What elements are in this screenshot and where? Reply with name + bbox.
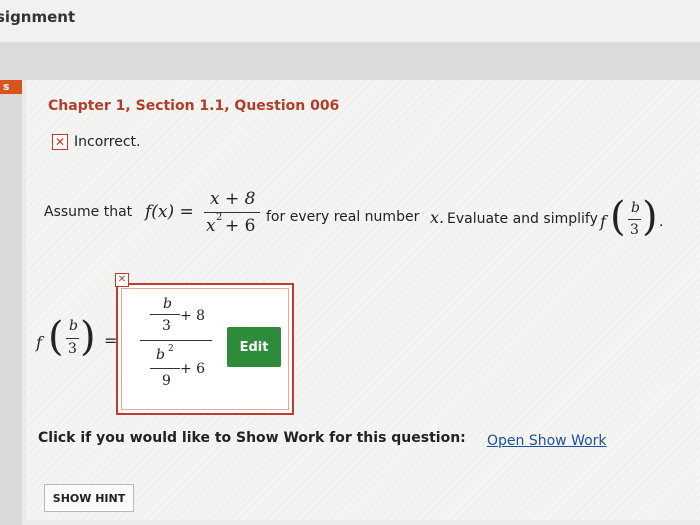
show-work-text: Click if you would like to Show Work for… <box>38 430 466 446</box>
status-text: Incorrect. <box>74 134 141 150</box>
fx-den-rest: + 6 <box>225 216 256 236</box>
prompt-mid: for every real number <box>266 209 420 225</box>
answer-close-paren: ) <box>80 314 96 360</box>
prompt-f: f <box>600 212 606 231</box>
prompt-arg-bar <box>628 219 641 220</box>
rail-tab[interactable]: s <box>0 80 22 94</box>
prompt-dot: . <box>659 214 664 230</box>
toolbar-band <box>0 42 700 80</box>
answer-top-plus: + 8 <box>180 308 206 324</box>
fx-den-exponent: 2 <box>216 212 223 223</box>
answer-bot-9: 9 <box>162 373 171 389</box>
answer-open-paren: ( <box>48 314 64 360</box>
page-heading: signment <box>0 8 76 26</box>
answer-arg-bar <box>66 338 79 339</box>
question-title: Chapter 1, Section 1.1, Question 006 <box>48 98 340 114</box>
show-hint-button[interactable]: SHOW HINT <box>44 484 134 512</box>
fx-lhs: f(x) = <box>145 202 194 222</box>
prompt-intro: Assume that <box>44 204 133 220</box>
answer-top-b: b <box>163 296 172 312</box>
prompt-arg-num: b <box>631 200 640 216</box>
prompt-var: x. <box>430 208 445 227</box>
answer-bot-b: b <box>156 347 165 363</box>
answer-arg-den: 3 <box>68 341 77 357</box>
left-rail <box>0 80 22 525</box>
fx-den-x: x <box>206 216 216 236</box>
answer-arg-num: b <box>69 318 78 334</box>
edit-button[interactable]: Edit <box>227 327 281 367</box>
top-bar: signment <box>0 0 700 42</box>
status-row: ✕ Incorrect. <box>52 134 140 150</box>
x-mark-icon: ✕ <box>52 134 68 150</box>
answer-bot-plus: + 6 <box>180 361 206 377</box>
fx-numerator: x + 8 <box>210 189 256 209</box>
rail-tab-label: s <box>3 80 10 93</box>
prompt-open-paren: ( <box>610 194 626 240</box>
answer-f: f <box>36 333 42 352</box>
prompt-arg-den: 3 <box>630 222 639 238</box>
answer-main-bar <box>140 340 212 341</box>
fx-fraction-bar <box>204 212 260 213</box>
x-mark-icon: ✕ <box>115 273 129 287</box>
answer-bot-exp: 2 <box>168 344 174 354</box>
prompt-close-paren: ) <box>642 194 658 240</box>
prompt-end: Evaluate and simplify <box>447 211 598 227</box>
answer-bot-inner-bar <box>150 368 180 369</box>
open-show-work-link[interactable]: Open Show Work <box>487 433 607 449</box>
answer-top-inner-bar <box>150 314 180 315</box>
answer-top-3: 3 <box>162 318 171 334</box>
